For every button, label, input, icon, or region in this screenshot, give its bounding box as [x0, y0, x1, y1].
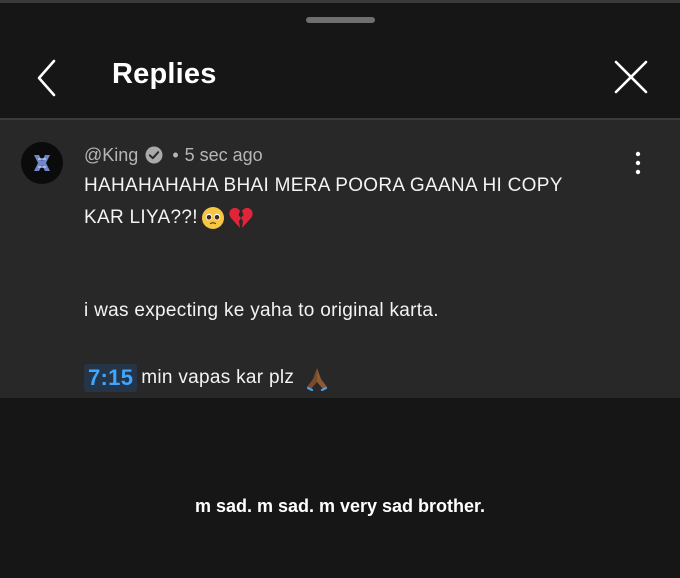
comment-text-line-4: 7:15 min vapas kar plz [84, 364, 332, 392]
comment-text-line-3: i was expecting ke yaha to original kart… [84, 300, 439, 321]
comment-text-line-2-text: KAR LIYA??! [84, 207, 198, 228]
chevron-left-icon [37, 59, 56, 97]
drag-handle[interactable] [306, 17, 375, 23]
top-edge [0, 0, 680, 3]
channel-logo-icon [34, 155, 50, 171]
meta-separator: • [172, 144, 179, 165]
page-title: Replies [112, 58, 217, 90]
replies-header: Replies [0, 36, 680, 118]
video-caption: m sad. m sad. m very sad brother. [194, 496, 486, 516]
replies-sheet: Replies @King • 5 sec ago HAHAHAHAHA BHA… [0, 0, 680, 578]
comment-meta: @King • 5 sec ago [84, 143, 263, 167]
comment-text-line-2: KAR LIYA??! [84, 206, 254, 230]
comment-text-line-4-text: min vapas kar plz [141, 367, 295, 388]
comment-card: @King • 5 sec ago HAHAHAHAHA BHAI MERA P… [0, 120, 680, 398]
folded-hands-icon [307, 368, 328, 391]
comment-text-line-1: HAHAHAHAHA BHAI MERA POORA GAANA HI COPY [84, 175, 563, 196]
broken-heart-icon [229, 207, 253, 228]
close-icon [614, 60, 648, 94]
timestamp-link[interactable]: 7:15 [84, 364, 138, 392]
back-button[interactable] [30, 58, 66, 98]
more-vert-icon [635, 151, 641, 175]
pleading-face-icon [201, 207, 224, 229]
more-options-button[interactable] [628, 150, 648, 176]
comment-time: 5 sec ago [184, 144, 263, 165]
close-button[interactable] [612, 58, 650, 96]
avatar[interactable] [21, 142, 63, 184]
comment-author[interactable]: @King [84, 145, 138, 166]
verified-icon [145, 146, 163, 164]
